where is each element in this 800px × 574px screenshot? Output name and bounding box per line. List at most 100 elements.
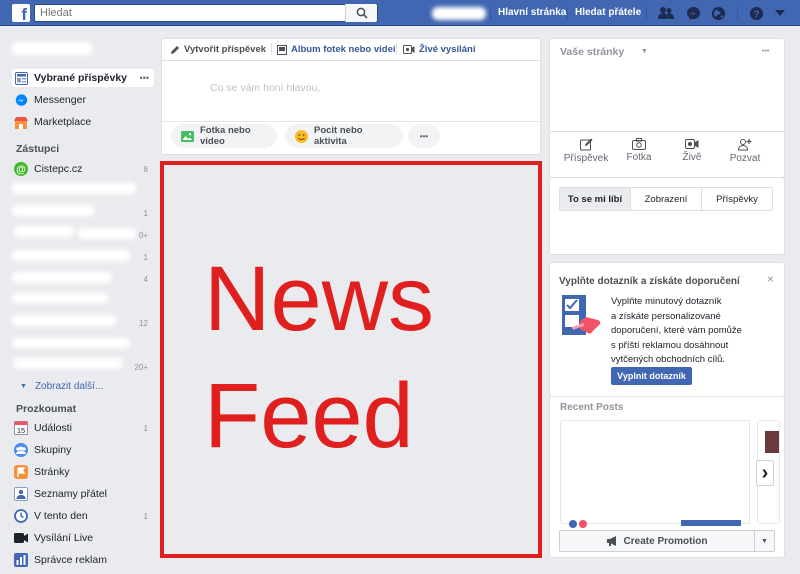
show-more-link[interactable]: ▼ Zobrazit další... [20,381,103,392]
photo-video-button[interactable]: Fotka nebo video [171,124,277,148]
page-action-photo[interactable]: Fotka [613,138,665,163]
survey-text-line: a získáte personalizované [611,310,721,322]
page-action-invite[interactable]: Pozvat [719,138,771,164]
chevron-down-icon: ▼ [20,383,27,390]
profile-name-redacted[interactable] [432,7,486,20]
sidebar-item-news-feed[interactable]: Vybrané příspěvky ••• [12,69,154,87]
tab-posts[interactable]: Příspěvky [702,188,772,210]
explore-count: 1 [143,512,148,521]
recent-posts-title: Recent Posts [560,402,624,413]
search-box[interactable] [34,4,378,22]
shortcut-count: 1 [143,253,148,262]
shortcuts-header: Zástupci [16,143,60,155]
create-promotion-main[interactable]: Create Promotion [560,531,754,551]
redacted-shortcut[interactable] [12,272,112,283]
flag-icon [14,465,28,479]
sidebar-item-messenger[interactable]: Messenger [14,91,154,109]
redacted-shortcut[interactable] [12,205,94,216]
svg-text:15: 15 [17,426,25,435]
shortcut-count: 8 [143,165,148,174]
tab-divider [271,43,272,55]
redacted-shortcut[interactable] [12,250,130,261]
create-promotion-button[interactable]: Create Promotion ▼ [559,530,775,552]
calendar-icon: 15 [14,421,28,435]
redacted-shortcut[interactable] [14,226,74,237]
feeling-activity-button[interactable]: Pocit nebo aktivita [285,124,403,148]
news-feed-text-line2: Feed [204,365,414,467]
sidebar-item-label: Cistepc.cz [34,163,83,175]
survey-text-line: doporučení, které vám pomůže [611,325,742,336]
page-action-label: Fotka [626,152,652,163]
post-thumbnail [765,431,779,453]
sidebar-item-label: V tento den [34,510,88,522]
tab-create-post[interactable]: Vytvořit příspěvek [170,44,266,55]
friends-icon[interactable] [658,5,674,21]
caret-down-icon[interactable] [772,5,788,21]
survey-description: Vyplňte minutový dotazník a získáte pers… [611,295,781,368]
marketplace-icon [14,115,28,129]
sidebar-item-ads-manager[interactable]: Správce reklam [14,551,154,569]
redacted-shortcut[interactable] [12,315,116,326]
page-action-label: Pozvat [729,153,761,164]
boost-button[interactable] [681,520,741,526]
composer-input[interactable]: Co se vám honí hlavou, [210,82,320,94]
tab-photo-album[interactable]: Album fotek nebo videí [277,44,396,55]
redacted-shortcut[interactable] [14,358,122,369]
page-action-post[interactable]: Příspěvek [560,138,612,164]
svg-text:?: ? [753,9,759,20]
more-options-icon[interactable]: ••• [762,48,769,55]
search-input[interactable] [35,5,335,21]
svg-text:@: @ [16,165,26,176]
tab-views[interactable]: Zobrazení [631,188,702,210]
redacted-shortcut[interactable] [12,338,130,348]
tab-live-video[interactable]: Živé vysílání [403,44,476,55]
photo-video-label: Fotka nebo video [200,125,251,147]
shortcut-count: 4 [143,275,148,284]
explore-count: 1 [143,424,148,433]
tab-likes[interactable]: To se mi líbí [560,188,631,210]
clock-icon [14,509,28,523]
edit-icon [579,138,592,151]
page-action-live[interactable]: Živě [666,138,718,163]
redacted-shortcut[interactable] [12,293,108,303]
sidebar-item-friend-lists[interactable]: Seznamy přátel [14,485,154,503]
globe-icon[interactable] [710,5,726,21]
more-options-button[interactable]: ••• [408,124,440,148]
chevron-down-icon[interactable]: ▼ [641,48,648,55]
next-arrow-icon[interactable]: › [756,460,774,486]
composer-divider [162,60,540,61]
live-video-icon [685,139,699,149]
more-options-icon[interactable]: ••• [140,73,149,83]
sidebar-item-marketplace[interactable]: Marketplace [14,113,154,131]
nav-find-friends-link[interactable]: Hledat přátele [575,7,641,18]
album-icon [277,44,287,55]
sidebar-item-label: Vybrané příspěvky [34,72,127,84]
sidebar-item-live-video[interactable]: Vysílání Live [14,529,154,547]
search-button[interactable] [345,4,377,22]
sidebar-item-label: Stránky [34,466,70,478]
nav-home-link[interactable]: Hlavní stránka [498,7,566,18]
redacted-page-info[interactable] [566,95,736,105]
facebook-logo[interactable]: f [12,4,30,22]
profile-name-redacted[interactable] [12,42,92,55]
tab-label: Vytvořit příspěvek [184,44,267,55]
survey-text-line: s příští reklamou dosáhnout [611,339,729,351]
messenger-icon[interactable] [685,5,701,21]
sidebar-item-groups[interactable]: Skupiny [14,441,154,459]
help-icon[interactable]: ? [748,5,764,21]
photo-icon [181,130,194,142]
shortcut-count: 0+ [138,231,148,240]
fill-survey-button[interactable]: Vyplnit dotazník [611,367,692,385]
sidebar-item-label: Události [34,422,72,434]
survey-text-line: Vyplňte minutový dotazník [611,296,722,307]
redacted-shortcut[interactable] [12,183,136,194]
sidebar-item-label: Vysílání Live [34,532,94,544]
sidebar-item-pages[interactable]: Stránky [14,463,154,481]
promotion-dropdown[interactable]: ▼ [754,531,774,551]
add-person-icon [738,139,752,151]
nav-divider [490,7,491,19]
create-promotion-label: Create Promotion [623,535,708,547]
recent-post-card[interactable] [560,420,750,528]
tab-label: Album fotek nebo videí [291,44,396,55]
close-icon[interactable]: × [767,272,774,286]
